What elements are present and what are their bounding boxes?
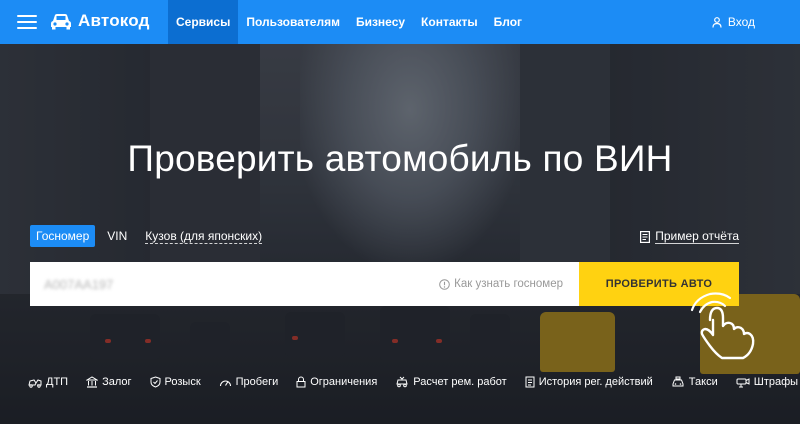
hand-pointer-icon bbox=[690, 292, 755, 360]
hamburger-menu-icon[interactable] bbox=[17, 15, 37, 29]
service-label: Пробеги bbox=[235, 376, 279, 388]
crash-icon bbox=[28, 379, 42, 388]
service-fines[interactable]: Штрафы bbox=[736, 376, 798, 388]
document-icon bbox=[640, 230, 651, 243]
service-label: История рег. действий bbox=[538, 376, 653, 388]
service-crash[interactable]: ДТП bbox=[28, 376, 68, 388]
tab-vin[interactable]: VIN bbox=[101, 225, 133, 247]
lock-icon bbox=[296, 376, 306, 388]
sample-report-label: Пример отчёта bbox=[655, 229, 739, 244]
tab-gosnomer[interactable]: Госномер bbox=[30, 225, 96, 247]
top-navbar: Автокод Сервисы Пользователям Бизнесу Ко… bbox=[0, 0, 800, 44]
service-wanted[interactable]: Розыск bbox=[150, 376, 201, 388]
service-label: Залог bbox=[102, 376, 132, 388]
tab-body-japanese[interactable]: Кузов (для японских) bbox=[139, 225, 268, 247]
service-label: Розыск bbox=[164, 376, 201, 388]
help-text: Как узнать госномер bbox=[454, 278, 563, 290]
nav-item-blog[interactable]: Блог bbox=[486, 0, 530, 44]
how-to-find-gosnomer-link[interactable]: Как узнать госномер bbox=[439, 262, 579, 306]
login-link[interactable]: Вход bbox=[712, 0, 755, 44]
sample-report-link[interactable]: Пример отчёта bbox=[640, 229, 739, 244]
logo[interactable]: Автокод bbox=[50, 11, 150, 31]
nav-item-services[interactable]: Сервисы bbox=[168, 0, 239, 44]
nav-item-users[interactable]: Пользователям bbox=[238, 0, 348, 44]
document-icon bbox=[525, 376, 535, 388]
car-logo-icon bbox=[51, 14, 71, 30]
service-taxi[interactable]: Такси bbox=[671, 376, 718, 388]
service-repair-calc[interactable]: Расчет рем. работ bbox=[395, 376, 507, 388]
search-type-tabs: Госномер VIN Кузов (для японских) bbox=[30, 225, 274, 247]
logo-text: Автокод bbox=[78, 11, 150, 30]
main-nav: Сервисы Пользователям Бизнесу Контакты Б… bbox=[168, 0, 530, 44]
service-pledge[interactable]: Залог bbox=[86, 376, 132, 388]
service-restrictions[interactable]: Ограничения bbox=[296, 376, 377, 388]
service-registration-history[interactable]: История рег. действий bbox=[525, 376, 653, 388]
taxi-icon bbox=[672, 376, 684, 387]
repair-icon bbox=[396, 376, 408, 388]
service-label: Ограничения bbox=[310, 376, 378, 388]
page-title: Проверить автомобиль по ВИН bbox=[127, 138, 673, 179]
service-label: Такси bbox=[688, 376, 718, 388]
nav-item-business[interactable]: Бизнесу bbox=[348, 0, 413, 44]
speedometer-icon bbox=[219, 380, 231, 386]
service-mileage[interactable]: Пробеги bbox=[219, 376, 279, 388]
bank-icon bbox=[86, 376, 99, 388]
nav-item-contacts[interactable]: Контакты bbox=[413, 0, 486, 44]
shield-icon bbox=[150, 376, 161, 388]
camera-icon bbox=[736, 378, 750, 388]
service-label: Расчет рем. работ bbox=[413, 376, 507, 388]
services-bar: ДТП Залог Розыск Пробеги Ограничения Рас… bbox=[28, 376, 798, 388]
user-icon bbox=[712, 16, 722, 28]
search-input[interactable] bbox=[30, 262, 440, 306]
info-icon bbox=[439, 278, 450, 290]
service-label: ДТП bbox=[46, 376, 69, 388]
search-bar: Как узнать госномер ПРОВЕРИТЬ АВТО bbox=[30, 262, 739, 306]
login-label: Вход bbox=[727, 15, 755, 29]
service-label: Штрафы bbox=[753, 376, 799, 388]
